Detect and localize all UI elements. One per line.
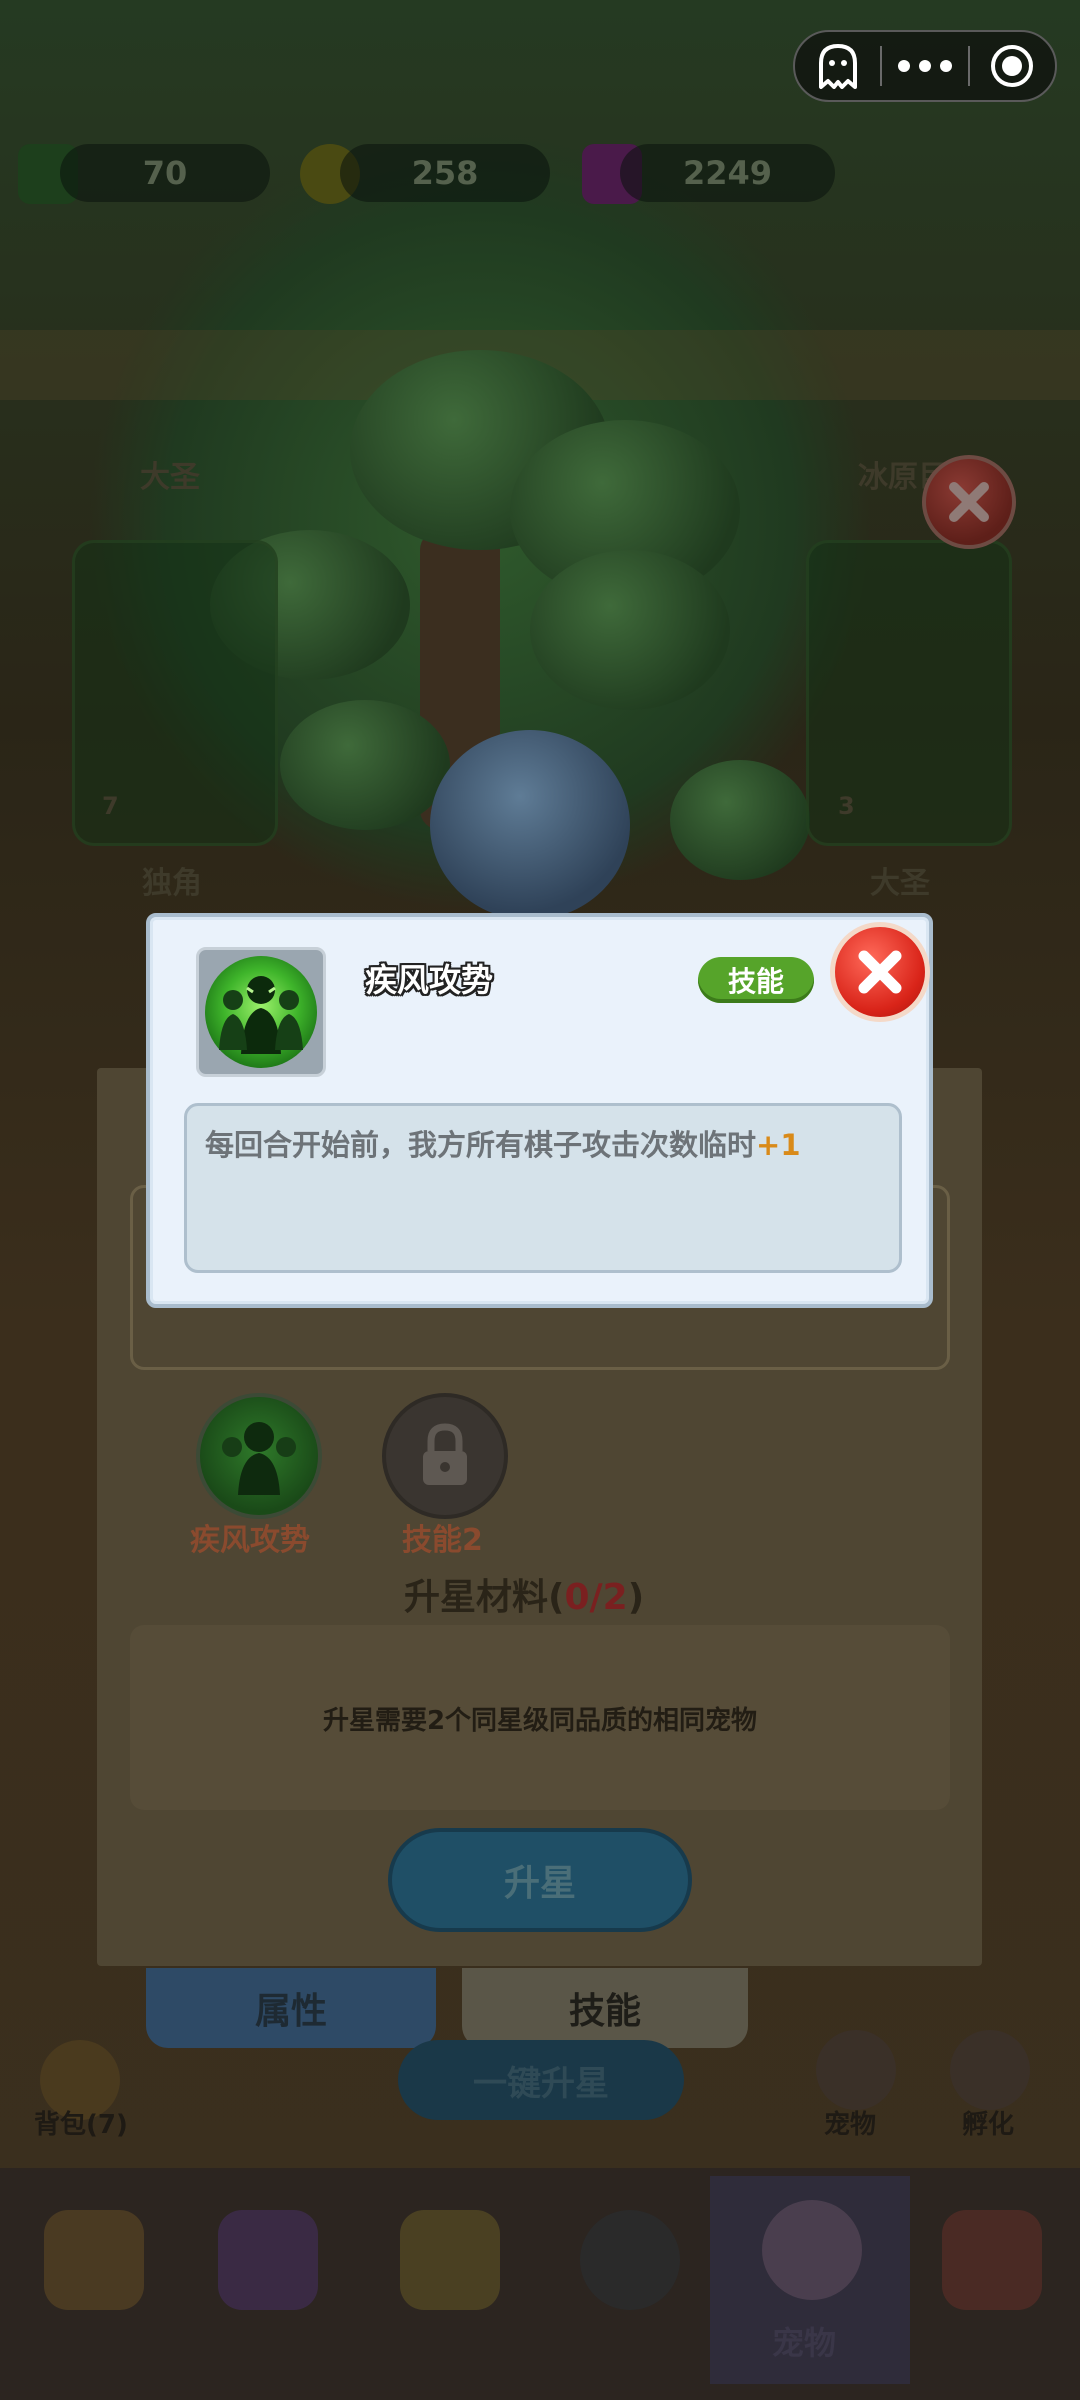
close-modal-button[interactable] [830,922,930,1022]
tab-skills-label: 技能 [568,1991,641,2032]
materials-paren-close: ) [627,1577,645,1618]
materials-count: 0/2 [564,1577,628,1618]
more-dots-icon [898,60,952,72]
pet-level-right: 3 [838,792,855,820]
skill-bonus-value: +1 [756,1128,801,1162]
skill-people-icon [205,956,317,1068]
pet-name-mid-left: 独角 [142,866,202,901]
close-icon [949,482,989,522]
hatch-label: 孵化 [962,2110,1015,2140]
skill-description: 每回合开始前，我方所有棋子攻击次数临时 [205,1128,757,1162]
nav-panda-icon[interactable] [580,2210,680,2310]
skill-slot-1-label: 疾风攻势 [190,1523,310,1558]
nav-shop-icon[interactable] [44,2210,144,2310]
target-icon [991,45,1034,87]
pet-shortcut-label: 宠物 [824,2110,877,2140]
one-click-upgrade-label: 一键升星 [473,2063,609,2104]
skill-icon-frame [196,947,326,1077]
star-count: 258 [411,154,479,192]
gem-count: 2249 [682,154,773,192]
skill-description-box: 每回合开始前，我方所有棋子攻击次数临时+1 [184,1103,902,1273]
nav-battle-icon[interactable] [400,2210,500,2310]
nav-cards-icon[interactable] [218,2210,318,2310]
nav-chest-icon[interactable] [942,2210,1042,2310]
upgrade-star-label: 升星 [503,1863,576,1904]
nav-pet-label: 宠物 [772,2324,837,2362]
skill-detail-modal: 疾风攻势 技能 每回合开始前，我方所有棋子攻击次数临时+1 [146,913,933,1308]
pet-name-top-left: 大圣 [140,460,200,495]
close-button-dimmed[interactable] [922,455,1016,549]
materials-paren-open: ( [548,1577,565,1618]
lock-icon [423,1423,467,1485]
materials-title: 升星材料(0/2) [404,1568,644,1620]
one-click-upgrade-button[interactable]: 一键升星 [398,2040,684,2120]
leaf-count: 70 [142,154,188,192]
ghost-button[interactable] [795,32,880,100]
hatch-icon[interactable] [950,2030,1030,2110]
nav-pet-icon [762,2200,862,2300]
star-currency-display: 258 [340,144,550,202]
skill-slot-2-locked[interactable] [382,1393,508,1519]
skill-title: 疾风攻势 [365,961,494,999]
materials-label: 升星材料 [404,1577,549,1618]
skill-slot-2-label: 技能2 [402,1523,483,1558]
exit-miniprogram-button[interactable] [970,32,1055,100]
skill-slot-1[interactable] [196,1393,322,1519]
ghost-icon [818,44,857,89]
tab-skills[interactable]: 技能 [462,1968,748,2048]
upgrade-star-button[interactable]: 升星 [388,1828,692,1932]
more-button[interactable] [882,32,967,100]
pet-shortcut-icon[interactable] [816,2030,896,2110]
pet-card-right[interactable] [806,540,1012,846]
skill-type-badge: 技能 [698,957,814,1003]
close-icon [858,950,902,994]
bottom-navigation [0,2168,1080,2400]
tab-attributes-label: 属性 [254,1991,327,2032]
pet-name-mid-right: 大圣 [870,866,930,901]
leaf-currency-display: 70 [60,144,270,202]
backpack-label: 背包(7) [34,2110,128,2140]
pet-level-left: 7 [102,792,119,820]
miniprogram-capsule [793,30,1057,102]
gem-currency-display: 2249 [620,144,835,202]
tab-attributes[interactable]: 属性 [146,1968,436,2048]
requirement-text: 升星需要2个同星级同品质的相同宠物 [322,1706,758,1736]
skill-people-icon [222,1422,296,1495]
